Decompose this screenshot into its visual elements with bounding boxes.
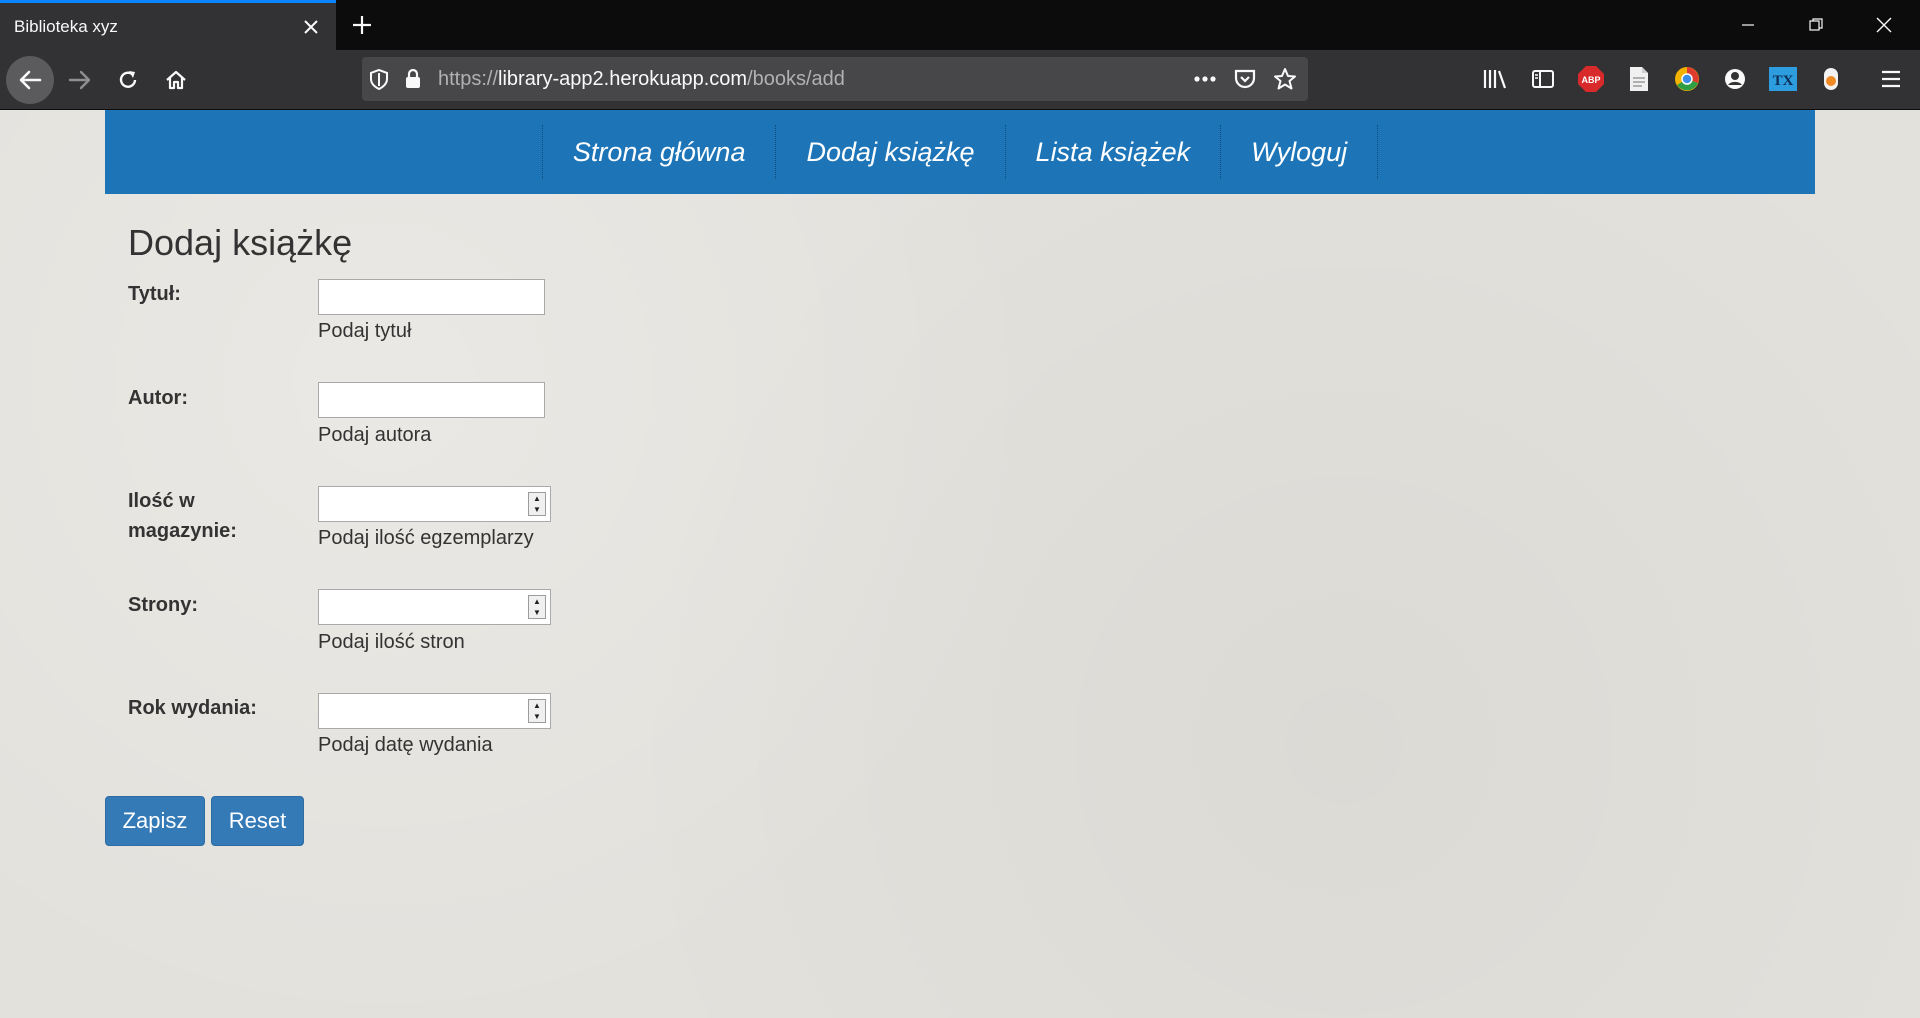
- shield-icon[interactable]: [362, 57, 396, 101]
- title-help-text: Podaj tytuł: [318, 320, 412, 342]
- nav-link-home[interactable]: Strona główna: [543, 125, 777, 179]
- save-button[interactable]: Zapisz: [105, 796, 205, 846]
- nav-link-book-list[interactable]: Lista książek: [1006, 125, 1222, 179]
- quantity-label-line2: magazynie:: [128, 520, 237, 542]
- spin-up-icon[interactable]: ▲: [533, 597, 541, 606]
- account-icon[interactable]: [1718, 62, 1752, 96]
- author-label: Autor:: [128, 387, 188, 409]
- nav-link-logout[interactable]: Wyloguj: [1221, 125, 1379, 179]
- star-icon[interactable]: [1268, 57, 1302, 101]
- library-icon[interactable]: [1478, 62, 1512, 96]
- arrow-right-icon[interactable]: [56, 56, 104, 104]
- orange-extension-icon[interactable]: [1814, 62, 1848, 96]
- abp-label: ABP: [1581, 75, 1600, 85]
- pocket-icon[interactable]: [1228, 57, 1262, 101]
- browser-tab[interactable]: Biblioteka xyz: [0, 0, 336, 50]
- year-help-text: Podaj datę wydania: [318, 734, 493, 756]
- adblock-icon[interactable]: ABP: [1574, 62, 1608, 96]
- spin-up-icon[interactable]: ▲: [533, 701, 541, 710]
- url-host: library-app2.herokuapp.com: [498, 67, 748, 90]
- pages-help-text: Podaj ilość stron: [318, 631, 465, 653]
- home-icon[interactable]: [152, 56, 200, 104]
- quantity-label: Ilość w magazynie:: [128, 486, 278, 546]
- year-stepper[interactable]: ▲ ▼: [318, 693, 551, 729]
- reset-button[interactable]: Reset: [211, 796, 304, 846]
- colorful-circle-icon[interactable]: [1670, 62, 1704, 96]
- spin-down-icon[interactable]: ▼: [533, 505, 541, 514]
- spin-down-icon[interactable]: ▼: [533, 712, 541, 721]
- tab-title: Biblioteka xyz: [14, 16, 118, 36]
- sidebar-icon[interactable]: [1526, 62, 1560, 96]
- spin-buttons[interactable]: ▲ ▼: [528, 595, 546, 619]
- close-icon[interactable]: [286, 3, 336, 50]
- restore-icon[interactable]: [1788, 0, 1844, 50]
- minimize-icon[interactable]: [1720, 0, 1776, 50]
- url-scheme: https://: [438, 67, 499, 90]
- quantity-label-line1: Ilość w: [128, 490, 195, 512]
- spin-buttons[interactable]: ▲ ▼: [528, 492, 546, 516]
- spin-down-icon[interactable]: ▼: [533, 608, 541, 617]
- quantity-stepper[interactable]: ▲ ▼: [318, 486, 551, 522]
- tx-extension-icon[interactable]: TX: [1766, 62, 1800, 96]
- ellipsis-icon[interactable]: [1188, 57, 1222, 101]
- hamburger-menu-icon[interactable]: [1874, 62, 1908, 96]
- author-field[interactable]: [318, 382, 545, 418]
- page-content: Strona główna Dodaj książkę Lista książe…: [0, 110, 1920, 1018]
- page-title: Dodaj książkę: [128, 222, 353, 263]
- title-field[interactable]: [318, 279, 545, 315]
- title-label: Tytuł:: [128, 283, 181, 305]
- document-icon[interactable]: [1622, 62, 1656, 96]
- site-navbar: Strona główna Dodaj książkę Lista książe…: [105, 110, 1815, 194]
- browser-toolbar: https://library-app2.herokuapp.com/books…: [0, 50, 1920, 110]
- window-close-icon[interactable]: [1856, 0, 1912, 50]
- author-help-text: Podaj autora: [318, 424, 432, 446]
- nav-link-add-book[interactable]: Dodaj książkę: [776, 125, 1006, 179]
- tx-label: TX: [1773, 73, 1794, 89]
- arrow-left-icon[interactable]: [6, 56, 54, 104]
- reload-icon[interactable]: [104, 56, 152, 104]
- nav-menu: Strona główna Dodaj książkę Lista książe…: [541, 125, 1379, 179]
- spin-buttons[interactable]: ▲ ▼: [528, 699, 546, 723]
- browser-tab-bar: Biblioteka xyz: [0, 0, 1920, 50]
- spin-up-icon[interactable]: ▲: [533, 494, 541, 503]
- year-label: Rok wydania:: [128, 697, 257, 719]
- pages-stepper[interactable]: ▲ ▼: [318, 589, 551, 625]
- url-bar[interactable]: https://library-app2.herokuapp.com/books…: [362, 57, 1308, 101]
- quantity-help-text: Podaj ilość egzemplarzy: [318, 527, 534, 549]
- url-text[interactable]: https://library-app2.herokuapp.com/books…: [438, 68, 845, 91]
- pages-label: Strony:: [128, 594, 198, 616]
- plus-icon[interactable]: [342, 0, 382, 50]
- url-path: /books/add: [747, 67, 845, 90]
- lock-icon[interactable]: [396, 57, 430, 101]
